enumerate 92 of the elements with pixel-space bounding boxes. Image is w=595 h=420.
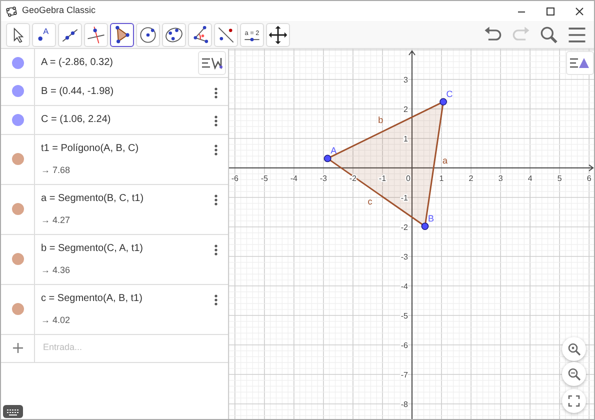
add-icon[interactable]	[12, 343, 22, 353]
tick-label: -6	[231, 174, 238, 183]
visibility-toggle[interactable]	[12, 203, 24, 215]
tick-label: -2	[400, 222, 408, 232]
tick-label: -3	[320, 174, 328, 183]
app-logo-icon	[6, 6, 17, 16]
tick-label: -4	[400, 282, 408, 291]
more-options-button[interactable]	[214, 86, 218, 100]
zoom-in-icon	[567, 342, 581, 356]
tick-label: 6	[586, 174, 592, 183]
tick-label: -6	[400, 340, 408, 350]
tick-label: 2	[468, 174, 474, 183]
tick-label: 0	[406, 174, 410, 183]
value-text: → 4.27	[41, 214, 70, 227]
circle-tool-button[interactable]	[136, 22, 160, 46]
graphics-style-bar-toggle[interactable]	[566, 51, 594, 75]
more-options-icon	[214, 115, 218, 128]
tick-label: 3	[498, 174, 503, 183]
visibility-toggle[interactable]	[12, 303, 24, 315]
perpendicular-tool-button[interactable]	[84, 22, 108, 46]
more-options-icon	[214, 144, 218, 156]
point[interactable]	[324, 154, 332, 162]
point-label: A	[330, 145, 337, 156]
point[interactable]	[421, 222, 429, 230]
segment-label: c	[368, 196, 372, 206]
definition-text[interactable]: b = Segmento(C, A, t1)	[41, 240, 143, 256]
point-label: B	[428, 213, 434, 224]
fullscreen-button[interactable]	[562, 389, 586, 413]
value-text: → 4.36	[41, 264, 70, 277]
tick-label: 2	[404, 104, 408, 114]
point-label: C	[446, 88, 453, 99]
visibility-toggle[interactable]	[12, 56, 24, 69]
style-bar-toggle[interactable]	[198, 51, 226, 75]
definition-text[interactable]: c = Segmento(A, B, t1)	[41, 290, 142, 306]
value-text: → 7.68	[41, 164, 70, 177]
window-title: GeoGebra Classic	[22, 4, 96, 18]
zoom-in-button[interactable]	[562, 337, 586, 361]
tick-label: 3	[404, 75, 408, 84]
tick-label: -5	[260, 174, 268, 183]
tick-label: -1	[400, 193, 408, 202]
definition-text[interactable]: C = (1.06, 2.24)	[41, 112, 111, 128]
keyboard-icon	[6, 408, 20, 416]
style-bar-icon	[201, 56, 223, 70]
tick-label: 4	[528, 174, 532, 183]
reflection-tool-button[interactable]	[214, 22, 238, 46]
definition-text[interactable]: a = Segmento(B, C, t1)	[41, 190, 144, 206]
more-options-icon	[214, 194, 218, 206]
more-options-button[interactable]	[214, 192, 218, 208]
maximize-icon[interactable]	[546, 6, 555, 16]
visibility-toggle[interactable]	[12, 153, 24, 165]
tick-label: -1	[378, 174, 386, 183]
segment-label: b	[378, 115, 384, 126]
ellipse-tool-button[interactable]	[162, 22, 186, 46]
segment-label: a	[442, 156, 448, 166]
point-tool-button[interactable]: A	[32, 22, 56, 46]
style-bar-icon	[569, 56, 591, 70]
move-view-tool-button[interactable]	[266, 22, 290, 46]
close-icon[interactable]	[575, 6, 584, 16]
zoom-out-icon	[567, 367, 581, 381]
definition-text[interactable]: A = (-2.86, 0.32)	[41, 55, 113, 70]
pointer-tool-button[interactable]	[6, 22, 30, 46]
more-options-icon	[214, 244, 218, 256]
line-tool-button[interactable]	[58, 22, 82, 46]
tick-label: -3	[400, 252, 408, 262]
more-options-button[interactable]	[214, 114, 218, 129]
move-view-icon	[267, 24, 289, 46]
tick-label: -8	[400, 400, 408, 409]
definition-text[interactable]: B = (0.44, -1.98)	[41, 84, 114, 99]
more-options-button[interactable]	[214, 292, 218, 308]
tick-label: 1	[439, 174, 444, 183]
angle-tool-button[interactable]	[188, 22, 212, 46]
tick-label: 5	[557, 174, 562, 183]
tick-label: -7	[400, 370, 408, 380]
more-options-icon	[214, 294, 218, 306]
tick-label: -5	[400, 311, 408, 320]
more-options-icon	[214, 86, 218, 99]
tick-label: -4	[290, 174, 298, 183]
perpendicular-icon	[85, 24, 107, 46]
definition-text[interactable]: t1 = Polígono(A, B, C)	[41, 140, 139, 156]
tick-label: 1	[404, 134, 408, 144]
value-text: → 4.02	[41, 314, 70, 327]
visibility-toggle[interactable]	[12, 253, 24, 265]
more-options-button[interactable]	[214, 142, 218, 158]
more-options-button[interactable]	[214, 242, 218, 258]
fullscreen-icon	[567, 394, 581, 408]
visibility-toggle[interactable]	[12, 114, 24, 126]
zoom-out-button[interactable]	[562, 362, 586, 386]
point[interactable]	[440, 98, 447, 106]
tick-label: -2	[349, 174, 357, 183]
triangle-tool-button[interactable]	[110, 22, 134, 46]
keyboard-button[interactable]	[3, 405, 23, 418]
visibility-toggle[interactable]	[12, 85, 24, 98]
